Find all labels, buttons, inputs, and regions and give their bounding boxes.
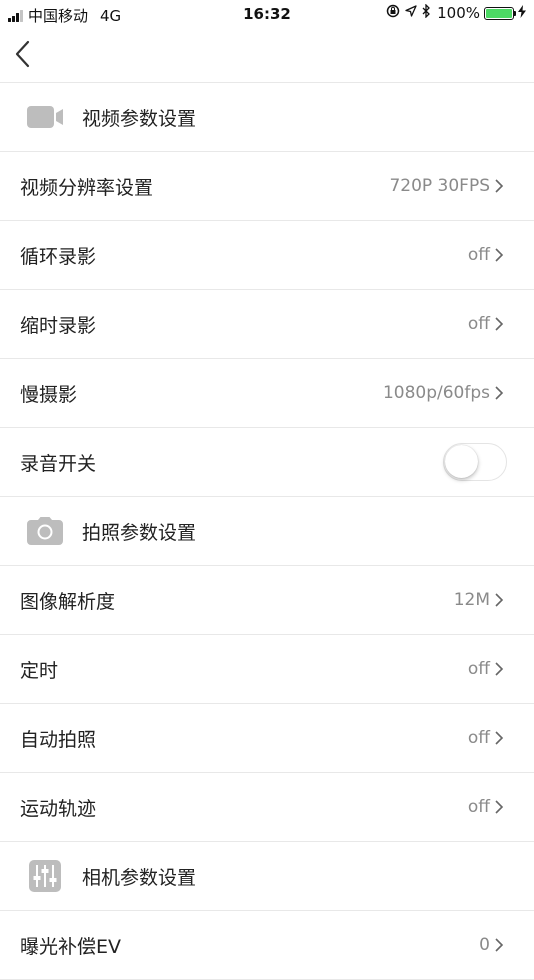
battery-icon xyxy=(484,6,514,20)
battery-fill xyxy=(486,8,512,18)
row-value: off xyxy=(467,245,490,265)
row-value: 720P 30FPS xyxy=(389,176,490,196)
row-audio-recording: 录音开关 xyxy=(0,428,534,497)
row-video-resolution[interactable]: 视频分辨率设置 720P 30FPS xyxy=(0,152,534,221)
sliders-icon xyxy=(27,860,63,892)
battery-cap xyxy=(514,10,516,16)
section-title: 视频参数设置 xyxy=(82,107,197,130)
chevron-left-icon xyxy=(15,40,30,68)
chevron-right-icon xyxy=(494,247,504,263)
row-exposure-ev[interactable]: 曝光补偿EV 0 xyxy=(0,911,534,980)
section-title: 相机参数设置 xyxy=(82,866,197,889)
section-header-camera: 相机参数设置 xyxy=(0,842,534,911)
row-right: off xyxy=(468,314,504,334)
section-header-video: 视频参数设置 xyxy=(0,83,534,152)
camera-icon xyxy=(27,516,63,546)
settings-list: 视频参数设置 视频分辨率设置 720P 30FPS 循环录影 off 缩时录影 … xyxy=(0,83,534,980)
row-value: off xyxy=(467,797,490,817)
row-value: 1080p/60fps xyxy=(382,383,490,403)
row-label: 视频分辨率设置 xyxy=(20,176,154,199)
chevron-right-icon xyxy=(494,730,504,746)
row-value: off xyxy=(467,728,490,748)
section-header-photo: 拍照参数设置 xyxy=(0,497,534,566)
row-label: 慢摄影 xyxy=(20,383,78,406)
row-right: 720P 30FPS xyxy=(389,176,504,196)
row-timelapse-recording[interactable]: 缩时录影 off xyxy=(0,290,534,359)
row-label: 循环录影 xyxy=(20,245,97,268)
chevron-right-icon xyxy=(494,385,504,401)
nav-bar xyxy=(0,28,534,83)
row-label: 定时 xyxy=(20,659,59,682)
chevron-right-icon xyxy=(494,592,504,608)
chevron-right-icon xyxy=(494,178,504,194)
row-right: 12M xyxy=(454,590,504,610)
row-value: 0 xyxy=(479,935,490,955)
row-timer[interactable]: 定时 off xyxy=(0,635,534,704)
row-label: 图像解析度 xyxy=(20,590,116,613)
row-auto-photo[interactable]: 自动拍照 off xyxy=(0,704,534,773)
bluetooth-icon xyxy=(422,3,431,22)
chevron-right-icon xyxy=(494,661,504,677)
section-title: 拍照参数设置 xyxy=(82,521,197,544)
charging-bolt-icon xyxy=(518,4,526,22)
row-right: 0 xyxy=(479,935,504,955)
toggle-knob xyxy=(445,445,478,478)
row-value: 12M xyxy=(453,590,490,610)
row-label: 缩时录影 xyxy=(20,314,97,337)
row-right: off xyxy=(468,728,504,748)
row-value: off xyxy=(467,314,490,334)
location-arrow-icon xyxy=(405,5,417,21)
status-bar: 中国移动 4G 16:32 100% xyxy=(0,0,534,28)
chevron-right-icon xyxy=(494,316,504,332)
battery-percent: 100% xyxy=(437,4,480,22)
row-slow-motion[interactable]: 慢摄影 1080p/60fps xyxy=(0,359,534,428)
row-image-resolution[interactable]: 图像解析度 12M xyxy=(0,566,534,635)
row-loop-recording[interactable]: 循环录影 off xyxy=(0,221,534,290)
row-label: 录音开关 xyxy=(20,452,97,475)
chevron-right-icon xyxy=(494,799,504,815)
row-label: 自动拍照 xyxy=(20,728,97,751)
back-button[interactable] xyxy=(8,36,44,72)
row-label: 曝光补偿EV xyxy=(20,935,122,958)
row-value: off xyxy=(467,659,490,679)
row-label: 运动轨迹 xyxy=(20,797,97,820)
row-right: off xyxy=(468,245,504,265)
chevron-right-icon xyxy=(494,937,504,953)
audio-recording-toggle[interactable] xyxy=(443,443,507,481)
row-right: off xyxy=(468,797,504,817)
video-camera-icon xyxy=(27,102,63,132)
row-motion-track[interactable]: 运动轨迹 off xyxy=(0,773,534,842)
row-right: 1080p/60fps xyxy=(383,383,504,403)
rotation-lock-icon xyxy=(386,4,400,22)
row-right: off xyxy=(468,659,504,679)
status-right: 100% xyxy=(381,3,526,22)
